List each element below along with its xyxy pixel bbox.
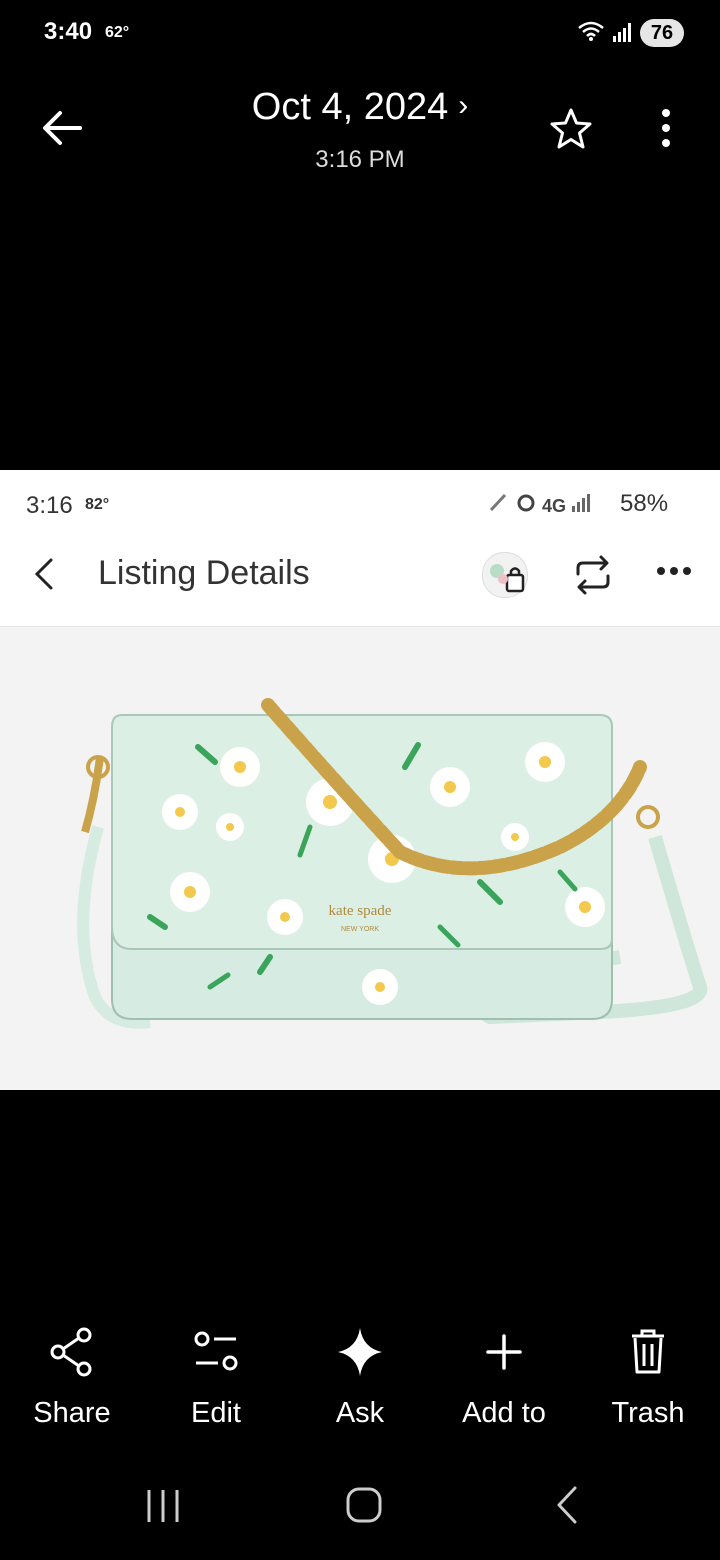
photo-date[interactable]: Oct 4, 2024 › [0,86,720,129]
brand-sub-text: NEW YORK [341,926,379,933]
battery-indicator: 76 [640,19,684,47]
add-to-label: Add to [462,1397,546,1429]
home-icon[interactable] [346,1487,382,1523]
edit-icon [194,1331,238,1371]
chevron-right-icon: › [458,89,469,122]
inner-battery-percent: 58% [620,490,669,517]
alarm-icon [517,494,535,512]
trash-button[interactable]: Trash [576,1326,720,1430]
pencil-icon [489,493,507,512]
status-time: 3:40 [44,18,93,45]
status-temperature: 62° [105,24,130,41]
inner-signal-icon [572,494,591,512]
sparkle-icon [338,1328,382,1376]
share-icon [50,1327,92,1377]
more-options-icon[interactable] [656,108,676,148]
brand-logo-text: kate spade [329,903,392,919]
shopping-bag-icon [490,564,525,593]
add-to-button[interactable]: Add to [432,1326,576,1430]
trash-label: Trash [611,1397,685,1429]
inner-back-icon [34,558,53,590]
inner-status-time: 3:16 [26,492,73,519]
nav-back-icon[interactable] [556,1486,578,1524]
share-button[interactable]: Share [0,1326,144,1430]
repost-icon [576,555,610,595]
recent-apps-icon[interactable] [146,1488,180,1524]
network-type: 4G [542,496,567,516]
screenshot-image: 3:16 82° 4G 58% Listing Details kate spa… [0,470,720,1090]
ask-button[interactable]: Ask [288,1326,432,1430]
inner-more-icon [657,567,691,575]
product-photo: kate spade NEW YORK [0,627,720,1090]
listing-details-title: Listing Details [98,554,310,592]
plus-icon [486,1334,522,1370]
signal-icon [613,23,631,42]
bag-avatar-icon [482,552,528,598]
edit-label: Edit [191,1397,241,1429]
status-bar: 3:40 62° 76 [0,0,720,68]
edit-button[interactable]: Edit [144,1326,288,1430]
wifi-icon [578,21,604,41]
ask-label: Ask [335,1397,385,1429]
inner-status-temperature: 82° [85,496,110,513]
share-label: Share [33,1397,111,1429]
crossbody-bag-illustration: kate spade NEW YORK [77,698,708,1029]
star-icon[interactable] [548,106,594,152]
photo-time: 3:16 PM [315,146,405,173]
inner-status-icons: 4G [488,492,591,517]
trash-icon [632,1329,664,1374]
photo-date-text: Oct 4, 2024 [251,86,449,128]
